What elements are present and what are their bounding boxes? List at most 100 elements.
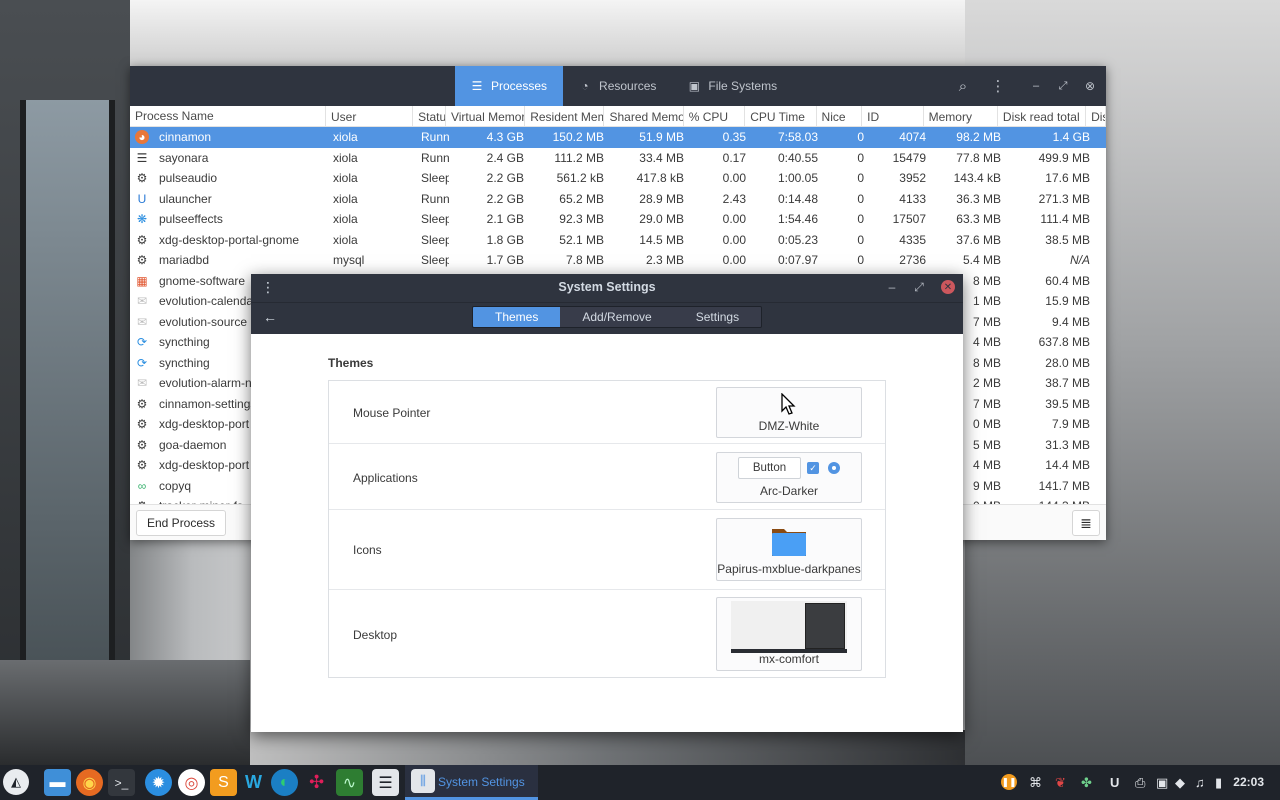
writer-icon[interactable]: W (240, 769, 267, 796)
cell-disk: 38.7 MB (1045, 376, 1090, 391)
tab-add-remove[interactable]: Add/Remove (560, 307, 674, 327)
cell-status: Sleep (421, 171, 449, 186)
process-name: copyq (159, 478, 192, 493)
cherry-tray-icon[interactable]: ❦ (1055, 775, 1066, 791)
desktop-chooser[interactable]: mx-comfort (716, 597, 862, 671)
chrome-icon[interactable]: ◎ (178, 769, 205, 796)
folder-icon (772, 529, 806, 556)
system-monitor-app-icon[interactable]: ∿ (336, 769, 363, 796)
cell-virt: 2.1 GB (486, 212, 524, 227)
column-disk[interactable]: Disk (1086, 106, 1106, 126)
firefox-icon[interactable]: ◉ (76, 769, 103, 796)
checkbox-preview-icon: ✓ (807, 462, 819, 474)
minimize-icon[interactable]: – (1026, 76, 1046, 96)
cell-time: 0:40.55 (777, 150, 818, 165)
themes-list: Mouse Pointer DMZ-White Applications But… (328, 380, 886, 678)
taskbar-window-system-settings[interactable]: ⫼ System Settings (405, 765, 538, 800)
column-nice[interactable]: Nice (817, 106, 863, 126)
removable-drive-tray-icon[interactable]: ▣ (1156, 775, 1168, 791)
options-menu-icon[interactable]: ≣ (1072, 510, 1100, 536)
close-icon[interactable]: ⊗ (1080, 76, 1100, 96)
printer-tray-icon[interactable]: ⎙ (1135, 775, 1145, 791)
column-memory[interactable]: Memory (924, 106, 998, 126)
table-row[interactable]: ☰ sayonara xiola Runni 2.4 GB 111.2 MB 33.4 MB… (130, 148, 1106, 169)
table-row[interactable]: ◕ cinnamon xiola Runni 4.3 GB 150.2 MB 51.9 MB… (130, 127, 1106, 148)
cell-user: xiola (333, 232, 358, 247)
cell-disk: 7.9 MB (1051, 417, 1090, 432)
tab-processes[interactable]: ☰ Processes (455, 66, 564, 106)
cell-id: 4133 (899, 191, 926, 206)
process-name: evolution-source (159, 314, 248, 329)
cell-disk: 39.5 MB (1045, 396, 1090, 411)
edge-dev-icon[interactable]: ◐ (271, 769, 298, 796)
kebab-menu-icon[interactable]: ⋮ (988, 76, 1008, 96)
wifi-tray-icon[interactable]: ◆ (1175, 775, 1185, 791)
copyq-icon: ∞ (137, 478, 147, 493)
cell-disk: 9.4 MB (1051, 314, 1090, 329)
pause-icon[interactable]: ❚❚ (1001, 774, 1017, 790)
battery-tray-icon[interactable]: ▮ (1215, 775, 1222, 791)
cell-time: 0:05.23 (777, 232, 818, 247)
applications-chooser[interactable]: Button ✓ Arc-Darker (716, 452, 862, 503)
file-manager-icon[interactable]: ▬ (44, 769, 71, 796)
cell-mem: 36.3 MB (956, 191, 1001, 206)
system-settings-window: ⋮ System Settings – ⤢ ✕ ← Themes Add/Rem… (251, 274, 963, 732)
close-icon[interactable]: ✕ (941, 280, 955, 294)
slack-icon[interactable]: ✣ (303, 769, 330, 796)
icons-chooser[interactable]: Papirus-mxblue-darkpanes (716, 518, 862, 581)
sound-tray-icon[interactable]: ♫ (1195, 775, 1205, 790)
cell-user: xiola (333, 191, 358, 206)
menu-logo-icon[interactable]: ◭ (3, 769, 29, 795)
disk-icon: ▣ (688, 79, 701, 93)
column-process-name[interactable]: Process Name (130, 106, 326, 126)
tab-themes[interactable]: Themes (473, 307, 561, 327)
view-switcher: ☰ Processes ◔ Resources ▣ File Systems (455, 66, 793, 106)
column-user[interactable]: User (326, 106, 414, 126)
column-shared-memory[interactable]: Shared Memor (604, 106, 684, 126)
network-tray-icon[interactable]: ⌘ (1029, 775, 1042, 791)
ulauncher-tray-icon[interactable]: U (1110, 775, 1119, 790)
tab-file-systems[interactable]: ▣ File Systems (672, 66, 793, 106)
cell-mem: 5.4 MB (962, 253, 1001, 268)
process-name: cinnamon-settings (159, 396, 257, 411)
column-virtual-memory[interactable]: Virtual Memor (446, 106, 526, 126)
table-row[interactable]: ⚙ pulseaudio xiola Sleep 2.2 GB 561.2 kB 417.8… (130, 168, 1106, 189)
column-disk-read-total[interactable]: Disk read total (998, 106, 1087, 126)
table-row[interactable]: ⚙ xdg-desktop-portal-gnome xiola Sleep 1.8 G… (130, 230, 1106, 251)
column-cpu[interactable]: % CPU (684, 106, 746, 126)
mouse-pointer-chooser[interactable]: DMZ-White (716, 387, 862, 438)
end-process-button[interactable]: End Process (136, 510, 227, 536)
process-name: goa-daemon (159, 437, 227, 452)
search-icon[interactable]: ⌕ (953, 76, 973, 96)
theme-preview-button: Button (738, 457, 801, 479)
tab-settings[interactable]: Settings (673, 307, 762, 327)
sublime-icon[interactable]: S (210, 769, 237, 796)
sayonara-app-icon[interactable]: ☰ (372, 769, 399, 796)
terminal-icon[interactable]: >_ (108, 769, 135, 796)
column-id[interactable]: ID (862, 106, 924, 126)
back-arrow-icon[interactable]: ← (263, 309, 277, 325)
table-row[interactable]: ❋ pulseeffects xiola Sleep 2.1 GB 92.3 MB 29.0… (130, 209, 1106, 230)
column-resident-memory[interactable]: Resident Mem (525, 106, 605, 126)
row-label: Icons (353, 543, 382, 557)
clock[interactable]: 22:03 (1233, 775, 1264, 789)
column-status[interactable]: Statu (413, 106, 446, 126)
tab-resources[interactable]: ◔ Resources (563, 66, 672, 106)
cell-mem: 77.8 MB (956, 150, 1001, 165)
wallpaper-glass (20, 100, 115, 660)
process-table-header: Process Name User Statu Virtual Memor Re… (130, 106, 1106, 127)
minimize-icon[interactable]: – (885, 280, 899, 294)
maximize-icon[interactable]: ⤢ (912, 280, 926, 294)
envelope-icon: ✉ (136, 294, 148, 309)
column-cpu-time[interactable]: CPU Time (745, 106, 817, 126)
table-row[interactable]: Uulauncher xiola Runni 2.2 GB 65.2 MB 28.9 MB… (130, 189, 1106, 210)
copyq-tray-icon[interactable]: ✤ (1081, 775, 1092, 791)
gear-icon: ⚙ (136, 396, 148, 411)
table-row[interactable]: ⚙ mariadbd mysql Sleep 1.7 GB 7.8 MB 2.3 MB 0.0… (130, 250, 1106, 271)
cell-nice: 0 (857, 191, 864, 206)
maximize-icon[interactable]: ⤢ (1053, 76, 1073, 96)
cell-disk: 31.3 MB (1045, 437, 1090, 452)
settings-app-icon[interactable]: ✹ (145, 769, 172, 796)
tab-label: File Systems (708, 79, 778, 93)
cell-cpu: 0.00 (722, 171, 746, 186)
